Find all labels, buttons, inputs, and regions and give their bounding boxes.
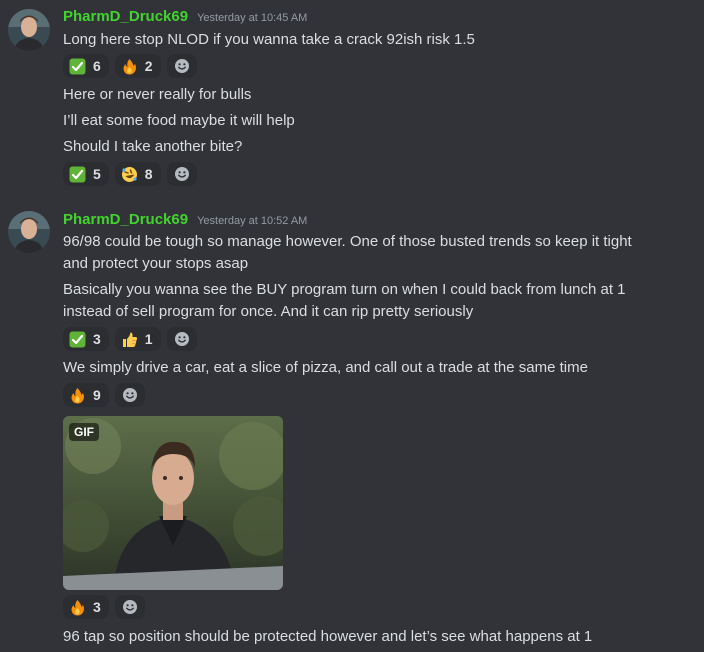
timestamp[interactable]: Yesterday at 10:45 AM <box>197 12 307 24</box>
smiley-icon <box>174 59 189 73</box>
gif-embed[interactable]: GIF <box>63 416 283 590</box>
message-text: Should I take another bite? <box>63 138 243 155</box>
username[interactable]: PharmD_Druck69 <box>63 8 188 25</box>
message-header: PharmD_Druck69 Yesterday at 10:52 AM <box>63 211 307 228</box>
message-text: Here or never really for bulls <box>63 86 252 103</box>
reaction-fire[interactable]: 2 <box>114 54 161 78</box>
reaction-count: 5 <box>93 166 101 182</box>
smiley-icon <box>122 388 137 402</box>
check-mark-icon <box>69 166 86 183</box>
reaction-fire[interactable]: 3 <box>63 595 109 619</box>
reaction-laughing[interactable]: 8 <box>114 162 161 186</box>
timestamp[interactable]: Yesterday at 10:52 AM <box>197 215 307 227</box>
username[interactable]: PharmD_Druck69 <box>63 211 188 228</box>
fire-icon <box>69 387 86 404</box>
rolling-laughing-icon <box>121 166 138 183</box>
add-reaction-button[interactable] <box>166 162 197 186</box>
reaction-count: 3 <box>93 331 101 347</box>
avatar-image <box>8 211 50 253</box>
reaction-bar: 5 8 <box>63 162 197 186</box>
check-mark-icon <box>69 331 86 348</box>
add-reaction-button[interactable] <box>114 383 145 407</box>
reaction-thumbs-up[interactable]: 1 <box>114 327 161 351</box>
gif-badge: GIF <box>69 423 99 441</box>
message-text: instead of sell program for once. And it… <box>63 303 474 320</box>
reaction-check[interactable]: 6 <box>63 54 109 78</box>
add-reaction-button[interactable] <box>166 54 197 78</box>
smiley-icon <box>122 600 137 614</box>
reaction-count: 9 <box>93 387 101 403</box>
message-text: We simply drive a car, eat a slice of pi… <box>63 359 588 376</box>
message-header: PharmD_Druck69 Yesterday at 10:45 AM <box>63 8 307 25</box>
reaction-count: 6 <box>93 58 101 74</box>
message-text: I’ll eat some food maybe it will help <box>63 112 295 129</box>
check-mark-icon <box>69 58 86 75</box>
reaction-count: 3 <box>93 599 101 615</box>
message-text: Basically you wanna see the BUY program … <box>63 281 626 298</box>
smiley-icon <box>174 167 189 181</box>
reaction-bar: 3 <box>63 595 145 619</box>
message-text: and protect your stops asap <box>63 255 249 272</box>
smiley-icon <box>174 332 189 346</box>
reaction-bar: 3 1 <box>63 327 197 351</box>
reaction-count: 8 <box>144 166 153 182</box>
reaction-check[interactable]: 5 <box>63 162 109 186</box>
add-reaction-button[interactable] <box>166 327 197 351</box>
thumbs-up-icon <box>121 331 138 348</box>
reaction-fire[interactable]: 9 <box>63 383 109 407</box>
reaction-bar: 6 2 <box>63 54 197 78</box>
avatar-image <box>8 9 50 51</box>
avatar[interactable] <box>8 9 50 51</box>
gif-image <box>63 416 283 590</box>
fire-icon <box>121 58 138 75</box>
fire-icon <box>69 599 86 616</box>
message-text: 96/98 could be tough so manage however. … <box>63 233 632 250</box>
avatar[interactable] <box>8 211 50 253</box>
message-text: 96 tap so position should be protected h… <box>63 628 593 645</box>
reaction-bar: 9 <box>63 383 145 407</box>
reaction-count: 1 <box>144 331 153 347</box>
message-text: Long here stop NLOD if you wanna take a … <box>63 31 475 48</box>
reaction-check[interactable]: 3 <box>63 327 109 351</box>
add-reaction-button[interactable] <box>114 595 145 619</box>
reaction-count: 2 <box>144 58 153 74</box>
